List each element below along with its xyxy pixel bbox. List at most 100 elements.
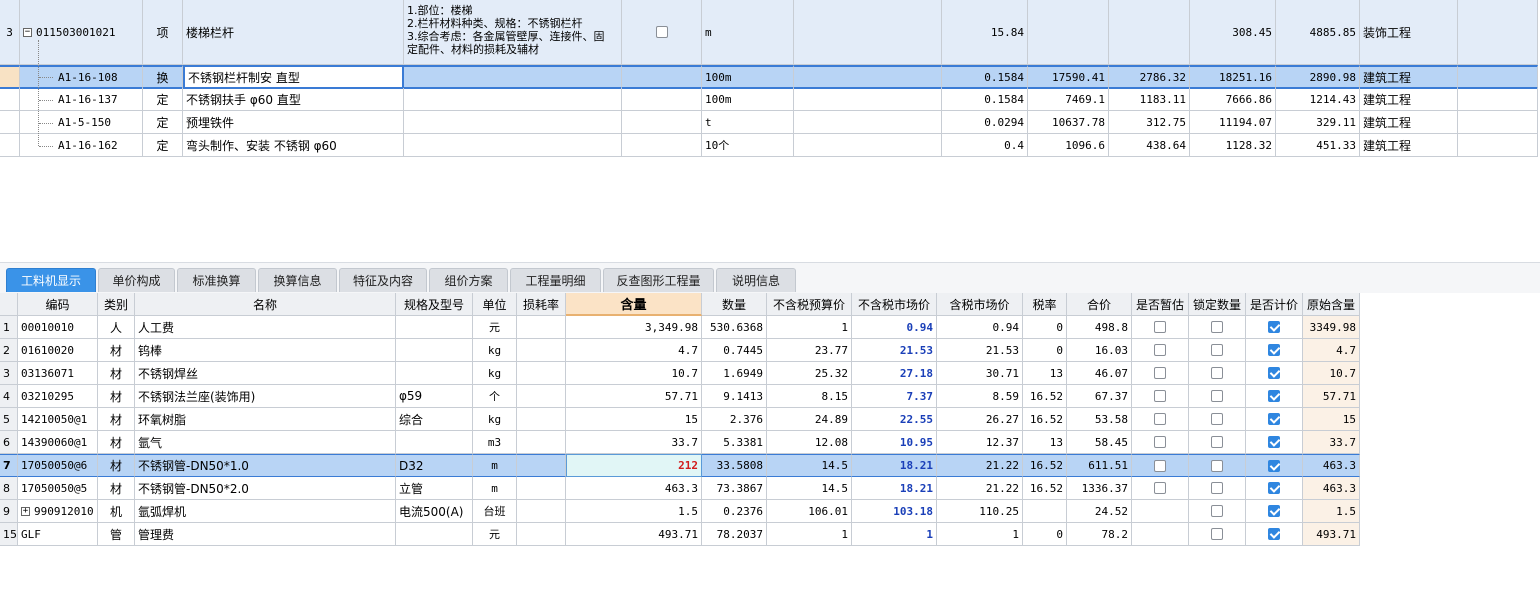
lock-quantity-cell[interactable] <box>1189 454 1246 477</box>
lock-quantity-checkbox[interactable] <box>1211 367 1223 379</box>
estimate-cell[interactable] <box>1132 316 1189 339</box>
estimate-cell[interactable] <box>1132 431 1189 454</box>
material-spec[interactable] <box>396 339 473 362</box>
estimate-cell[interactable] <box>1132 339 1189 362</box>
material-code[interactable]: 01610020 <box>18 339 98 362</box>
material-content[interactable]: 33.7 <box>566 431 702 454</box>
priced-cell[interactable] <box>1246 500 1303 523</box>
material-name[interactable]: 管理费 <box>135 523 396 546</box>
lock-quantity-checkbox[interactable] <box>1211 505 1223 517</box>
priced-cell[interactable] <box>1246 408 1303 431</box>
item-name[interactable]: 楼梯栏杆 <box>183 0 404 65</box>
material-row[interactable]: 1 00010010 人人工费元 3,349.98 530.6368 1 0.94 0.94 0… <box>0 316 1360 339</box>
priced-checkbox[interactable] <box>1268 367 1280 379</box>
material-code[interactable]: 00010010 <box>18 316 98 339</box>
tab-4[interactable]: 换算信息 <box>258 268 337 292</box>
material-spec[interactable]: φ59 <box>396 385 473 408</box>
material-row[interactable]: 4 03210295 材不锈钢法兰座(装饰用) φ59 个 57.71 9.1413 8.15… <box>0 385 1360 408</box>
quota-name[interactable]: 预埋铁件 <box>183 111 404 134</box>
material-loss[interactable] <box>517 408 566 431</box>
material-name[interactable]: 不锈钢管-DN50*2.0 <box>135 477 396 500</box>
material-content[interactable]: 493.71 <box>566 523 702 546</box>
material-code[interactable]: GLF <box>18 523 98 546</box>
material-spec[interactable] <box>396 523 473 546</box>
estimate-cell[interactable] <box>1132 500 1189 523</box>
header-col-14[interactable]: 是否暂估 <box>1132 293 1189 316</box>
priced-cell[interactable] <box>1246 316 1303 339</box>
material-spec[interactable]: D32 <box>396 454 473 477</box>
material-market-price[interactable]: 7.37 <box>852 385 937 408</box>
material-market-price[interactable]: 0.94 <box>852 316 937 339</box>
tab-8[interactable]: 反查图形工程量 <box>603 268 714 292</box>
material-loss[interactable] <box>517 523 566 546</box>
header-col-4[interactable]: 规格及型号 <box>396 293 473 316</box>
material-spec[interactable]: 电流500(A) <box>396 500 473 523</box>
material-loss[interactable] <box>517 339 566 362</box>
material-spec[interactable] <box>396 431 473 454</box>
material-name[interactable]: 不锈钢法兰座(装饰用) <box>135 385 396 408</box>
lock-quantity-cell[interactable] <box>1189 477 1246 500</box>
header-col-17[interactable]: 原始含量 <box>1303 293 1360 316</box>
priced-checkbox[interactable] <box>1268 321 1280 333</box>
estimate-cell[interactable] <box>1132 408 1189 431</box>
material-market-price[interactable]: 22.55 <box>852 408 937 431</box>
priced-checkbox[interactable] <box>1268 436 1280 448</box>
lock-quantity-checkbox[interactable] <box>1211 344 1223 356</box>
material-content[interactable]: 57.71 <box>566 385 702 408</box>
estimate-cell[interactable] <box>1132 362 1189 385</box>
priced-cell[interactable] <box>1246 477 1303 500</box>
material-loss[interactable] <box>517 500 566 523</box>
priced-cell[interactable] <box>1246 339 1303 362</box>
material-content[interactable]: 10.7 <box>566 362 702 385</box>
item-checkbox-cell[interactable] <box>622 0 702 65</box>
material-name[interactable]: 不锈钢管-DN50*1.0 <box>135 454 396 477</box>
quota-name[interactable]: 不锈钢扶手 φ60 直型 <box>183 88 404 111</box>
priced-checkbox[interactable] <box>1268 413 1280 425</box>
lock-quantity-checkbox[interactable] <box>1211 413 1223 425</box>
header-col-5[interactable]: 单位 <box>473 293 517 316</box>
tab-3[interactable]: 标准换算 <box>177 268 256 292</box>
estimate-cell[interactable] <box>1132 385 1189 408</box>
quota-name[interactable]: 弯头制作、安装 不锈钢 φ60 <box>183 134 404 157</box>
header-col-8[interactable]: 数量 <box>702 293 767 316</box>
material-spec[interactable]: 综合 <box>396 408 473 431</box>
top-row-child[interactable]: A1-16-108 换不锈钢栏杆制安 直型 100m 0.1584 17590.41 27… <box>0 65 1538 89</box>
estimate-checkbox[interactable] <box>1154 482 1166 494</box>
priced-checkbox[interactable] <box>1268 390 1280 402</box>
header-col-16[interactable]: 是否计价 <box>1246 293 1303 316</box>
estimate-checkbox[interactable] <box>1154 459 1166 472</box>
lock-quantity-cell[interactable] <box>1189 385 1246 408</box>
priced-checkbox[interactable] <box>1268 459 1280 472</box>
material-loss[interactable] <box>517 477 566 500</box>
tab-7[interactable]: 工程量明细 <box>510 268 601 292</box>
material-content[interactable]: 4.7 <box>566 339 702 362</box>
header-col-1[interactable]: 编码 <box>18 293 98 316</box>
header-col-13[interactable]: 合价 <box>1067 293 1132 316</box>
material-loss[interactable] <box>517 362 566 385</box>
expand-icon[interactable]: + <box>21 506 30 516</box>
top-row-child[interactable]: A1-16-162 定弯头制作、安装 不锈钢 φ60 10个 0.4 1096.6 438… <box>0 134 1538 157</box>
material-spec[interactable]: 立管 <box>396 477 473 500</box>
material-code[interactable]: +990912010 <box>18 500 98 523</box>
material-row[interactable]: 8 17050050@5 材不锈钢管-DN50*2.0 立管 m 463.3 73.3867… <box>0 477 1360 500</box>
top-row-child[interactable]: A1-5-150 定预埋铁件 t 0.0294 10637.78 312.75 11194.… <box>0 111 1538 134</box>
priced-checkbox[interactable] <box>1268 344 1280 356</box>
priced-cell[interactable] <box>1246 431 1303 454</box>
material-loss[interactable] <box>517 316 566 339</box>
material-content[interactable]: 1.5 <box>566 500 702 523</box>
tab-2[interactable]: 单价构成 <box>98 268 175 292</box>
tab-9[interactable]: 说明信息 <box>716 268 796 292</box>
material-loss[interactable] <box>517 431 566 454</box>
material-row[interactable]: 15 GLF 管管理费元 493.71 78.2037 1 1 1 0 78.2 493.71 <box>0 523 1360 546</box>
priced-checkbox[interactable] <box>1268 505 1280 517</box>
estimate-checkbox[interactable] <box>1154 367 1166 379</box>
header-col-11[interactable]: 含税市场价 <box>937 293 1023 316</box>
priced-checkbox[interactable] <box>1268 482 1280 494</box>
material-content[interactable]: 463.3 <box>566 477 702 500</box>
lock-quantity-checkbox[interactable] <box>1211 390 1223 402</box>
material-content[interactable]: 3,349.98 <box>566 316 702 339</box>
lock-quantity-checkbox[interactable] <box>1211 528 1223 540</box>
material-name[interactable]: 氩气 <box>135 431 396 454</box>
header-col-7[interactable]: 含量 <box>566 293 702 316</box>
material-spec[interactable] <box>396 362 473 385</box>
